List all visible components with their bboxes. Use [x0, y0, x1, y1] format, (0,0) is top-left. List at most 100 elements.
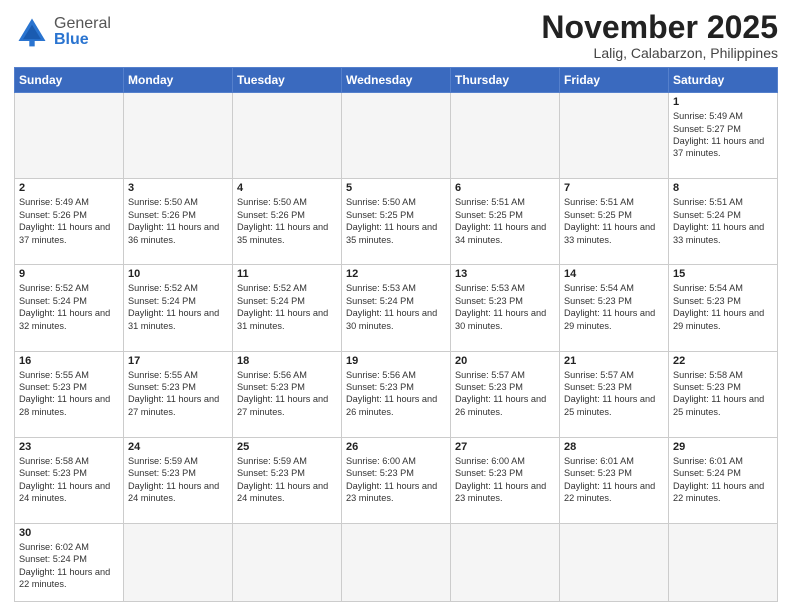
day-info: Sunrise: 5:51 AMSunset: 5:25 PMDaylight:…	[455, 196, 555, 246]
table-row: 22 Sunrise: 5:58 AMSunset: 5:23 PMDayligh…	[669, 351, 778, 437]
day-number: 17	[128, 355, 228, 367]
day-number: 21	[564, 355, 664, 367]
calendar-week-row: 2 Sunrise: 5:49 AMSunset: 5:26 PMDaylight…	[15, 179, 778, 265]
day-number: 28	[564, 441, 664, 453]
day-number: 4	[237, 182, 337, 194]
day-info: Sunrise: 5:53 AMSunset: 5:24 PMDaylight:…	[346, 282, 446, 332]
day-info: Sunrise: 5:55 AMSunset: 5:23 PMDaylight:…	[128, 369, 228, 419]
table-row	[669, 523, 778, 601]
table-row: 18 Sunrise: 5:56 AMSunset: 5:23 PMDayligh…	[233, 351, 342, 437]
header-saturday: Saturday	[669, 68, 778, 93]
table-row: 29 Sunrise: 6:01 AMSunset: 5:24 PMDayligh…	[669, 437, 778, 523]
table-row: 7 Sunrise: 5:51 AMSunset: 5:25 PMDaylight…	[560, 179, 669, 265]
day-number: 9	[19, 268, 119, 280]
table-row: 9 Sunrise: 5:52 AMSunset: 5:24 PMDaylight…	[15, 265, 124, 351]
day-number: 30	[19, 527, 119, 539]
calendar-week-row: 16 Sunrise: 5:55 AMSunset: 5:23 PMDayligh…	[15, 351, 778, 437]
table-row: 1 Sunrise: 5:49 AMSunset: 5:27 PMDaylight…	[669, 93, 778, 179]
table-row: 15Sunrise: 5:54 AMSunset: 5:23 PMDayligh…	[669, 265, 778, 351]
day-number: 19	[346, 355, 446, 367]
day-number: 18	[237, 355, 337, 367]
day-info: Sunrise: 5:49 AMSunset: 5:26 PMDaylight:…	[19, 196, 119, 246]
day-info: Sunrise: 5:51 AMSunset: 5:25 PMDaylight:…	[564, 196, 664, 246]
day-info: Sunrise: 5:58 AMSunset: 5:23 PMDaylight:…	[19, 455, 119, 505]
day-number: 16	[19, 355, 119, 367]
day-info: Sunrise: 5:54 AMSunset: 5:23 PMDaylight:…	[673, 282, 773, 332]
table-row	[560, 93, 669, 179]
day-info: Sunrise: 6:00 AMSunset: 5:23 PMDaylight:…	[455, 455, 555, 505]
day-info: Sunrise: 5:58 AMSunset: 5:23 PMDaylight:…	[673, 369, 773, 419]
table-row: 19 Sunrise: 5:56 AMSunset: 5:23 PMDayligh…	[342, 351, 451, 437]
day-number: 14	[564, 268, 664, 280]
day-number: 23	[19, 441, 119, 453]
table-row: 21 Sunrise: 5:57 AMSunset: 5:23 PMDayligh…	[560, 351, 669, 437]
header-wednesday: Wednesday	[342, 68, 451, 93]
day-number: 7	[564, 182, 664, 194]
day-info: Sunrise: 5:54 AMSunset: 5:23 PMDaylight:…	[564, 282, 664, 332]
table-row: 25Sunrise: 5:59 AMSunset: 5:23 PMDayligh…	[233, 437, 342, 523]
header-friday: Friday	[560, 68, 669, 93]
day-info: Sunrise: 5:56 AMSunset: 5:23 PMDaylight:…	[346, 369, 446, 419]
table-row: 26Sunrise: 6:00 AMSunset: 5:23 PMDayligh…	[342, 437, 451, 523]
day-info: Sunrise: 5:52 AMSunset: 5:24 PMDaylight:…	[237, 282, 337, 332]
day-info: Sunrise: 5:50 AMSunset: 5:26 PMDaylight:…	[237, 196, 337, 246]
table-row	[233, 523, 342, 601]
header-sunday: Sunday	[15, 68, 124, 93]
day-number: 8	[673, 182, 773, 194]
page: General Blue November 2025 Lalig, Calaba…	[0, 0, 792, 612]
table-row: 13Sunrise: 5:53 AMSunset: 5:23 PMDayligh…	[451, 265, 560, 351]
day-info: Sunrise: 5:52 AMSunset: 5:24 PMDaylight:…	[128, 282, 228, 332]
day-info: Sunrise: 6:01 AMSunset: 5:23 PMDaylight:…	[564, 455, 664, 505]
calendar-week-row: 23 Sunrise: 5:58 AMSunset: 5:23 PMDayligh…	[15, 437, 778, 523]
day-number: 10	[128, 268, 228, 280]
table-row	[233, 93, 342, 179]
day-info: Sunrise: 5:55 AMSunset: 5:23 PMDaylight:…	[19, 369, 119, 419]
table-row: 28 Sunrise: 6:01 AMSunset: 5:23 PMDayligh…	[560, 437, 669, 523]
day-number: 2	[19, 182, 119, 194]
day-number: 12	[346, 268, 446, 280]
table-row: 12 Sunrise: 5:53 AMSunset: 5:24 PMDayligh…	[342, 265, 451, 351]
table-row: 30Sunrise: 6:02 AMSunset: 5:24 PMDayligh…	[15, 523, 124, 601]
table-row: 16 Sunrise: 5:55 AMSunset: 5:23 PMDayligh…	[15, 351, 124, 437]
table-row: 5Sunrise: 5:50 AMSunset: 5:25 PMDaylight…	[342, 179, 451, 265]
day-info: Sunrise: 5:59 AMSunset: 5:23 PMDaylight:…	[128, 455, 228, 505]
day-info: Sunrise: 5:51 AMSunset: 5:24 PMDaylight:…	[673, 196, 773, 246]
table-row	[124, 523, 233, 601]
calendar: Sunday Monday Tuesday Wednesday Thursday…	[14, 67, 778, 602]
title-block: November 2025 Lalig, Calabarzon, Philipp…	[541, 10, 778, 61]
table-row	[451, 523, 560, 601]
day-info: Sunrise: 5:49 AMSunset: 5:27 PMDaylight:…	[673, 110, 773, 160]
day-number: 20	[455, 355, 555, 367]
calendar-week-row: 9 Sunrise: 5:52 AMSunset: 5:24 PMDaylight…	[15, 265, 778, 351]
day-info: Sunrise: 5:56 AMSunset: 5:23 PMDaylight:…	[237, 369, 337, 419]
day-number: 27	[455, 441, 555, 453]
day-number: 22	[673, 355, 773, 367]
weekday-header-row: Sunday Monday Tuesday Wednesday Thursday…	[15, 68, 778, 93]
table-row: 2 Sunrise: 5:49 AMSunset: 5:26 PMDaylight…	[15, 179, 124, 265]
day-number: 6	[455, 182, 555, 194]
day-number: 26	[346, 441, 446, 453]
day-info: Sunrise: 5:50 AMSunset: 5:26 PMDaylight:…	[128, 196, 228, 246]
day-info: Sunrise: 5:59 AMSunset: 5:23 PMDaylight:…	[237, 455, 337, 505]
day-number: 11	[237, 268, 337, 280]
location: Lalig, Calabarzon, Philippines	[541, 45, 778, 61]
day-number: 29	[673, 441, 773, 453]
day-info: Sunrise: 5:57 AMSunset: 5:23 PMDaylight:…	[564, 369, 664, 419]
day-number: 1	[673, 96, 773, 108]
table-row	[15, 93, 124, 179]
table-row: 3Sunrise: 5:50 AMSunset: 5:26 PMDaylight…	[124, 179, 233, 265]
logo-general: General	[54, 16, 111, 32]
table-row: 20Sunrise: 5:57 AMSunset: 5:23 PMDayligh…	[451, 351, 560, 437]
day-info: Sunrise: 6:01 AMSunset: 5:24 PMDaylight:…	[673, 455, 773, 505]
day-info: Sunrise: 5:52 AMSunset: 5:24 PMDaylight:…	[19, 282, 119, 332]
header-tuesday: Tuesday	[233, 68, 342, 93]
day-info: Sunrise: 5:50 AMSunset: 5:25 PMDaylight:…	[346, 196, 446, 246]
table-row: 24Sunrise: 5:59 AMSunset: 5:23 PMDayligh…	[124, 437, 233, 523]
table-row	[342, 93, 451, 179]
table-row	[124, 93, 233, 179]
table-row	[451, 93, 560, 179]
logo: General Blue	[14, 10, 111, 50]
table-row: 4 Sunrise: 5:50 AMSunset: 5:26 PMDaylight…	[233, 179, 342, 265]
header-thursday: Thursday	[451, 68, 560, 93]
calendar-week-row: 1 Sunrise: 5:49 AMSunset: 5:27 PMDaylight…	[15, 93, 778, 179]
